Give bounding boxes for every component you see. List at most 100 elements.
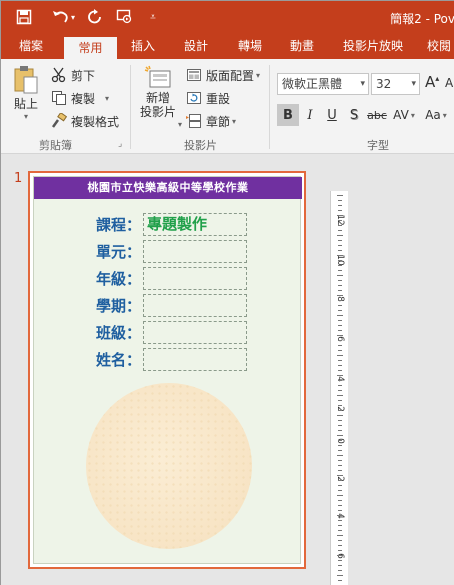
grow-font-button[interactable]: A▴ xyxy=(425,73,439,91)
change-case-label: Aa xyxy=(425,108,441,122)
shadow-button[interactable]: S xyxy=(343,104,365,126)
course-label: 課程： xyxy=(96,216,142,234)
new-slide-button[interactable]: 新增 投影片 xyxy=(135,65,181,119)
ruler-tick xyxy=(338,430,342,431)
ruler-tick xyxy=(338,465,342,466)
window-title: 簡報2 - Pov xyxy=(390,12,454,26)
ruler-tick xyxy=(338,545,342,546)
course-value[interactable]: 專題製作 xyxy=(143,213,247,236)
layout-button[interactable]: 版面配置 ▾ xyxy=(186,65,260,85)
semester-value[interactable] xyxy=(143,294,247,317)
ruler-tick xyxy=(338,205,342,206)
ruler-tick xyxy=(338,565,342,566)
tab-transitions[interactable]: 轉場 xyxy=(225,34,275,59)
character-spacing-label: AV xyxy=(393,108,409,122)
copy-button[interactable]: 複製 ▾ xyxy=(51,88,109,108)
ruler-tick xyxy=(338,300,342,301)
ruler-tick xyxy=(337,395,343,396)
font-group-label: 字型 xyxy=(367,139,389,152)
tab-review[interactable]: 校閱 xyxy=(419,34,454,59)
ruler-tick xyxy=(337,575,343,576)
ruler-tick xyxy=(338,410,342,411)
ruler-tick xyxy=(338,550,342,551)
strikethrough-button[interactable]: abc xyxy=(365,104,389,126)
character-spacing-button[interactable]: AV ▾ xyxy=(391,104,417,126)
italic-button[interactable]: I xyxy=(299,104,321,126)
ruler-tick xyxy=(338,520,342,521)
semester-label: 學期： xyxy=(96,297,142,315)
chevron-down-icon: ▾ xyxy=(256,70,261,80)
shrink-font-label: A xyxy=(445,76,454,90)
name-label: 姓名： xyxy=(96,351,142,369)
tab-slideshow[interactable]: 投影片放映 xyxy=(331,34,415,59)
ruler-tick xyxy=(337,195,343,196)
name-value[interactable] xyxy=(143,348,247,371)
ruler-tick xyxy=(337,435,343,436)
ruler-tick xyxy=(338,390,342,391)
tab-insert[interactable]: 插入 xyxy=(119,34,167,59)
bold-button[interactable]: B xyxy=(277,104,299,126)
slide-canvas: 桃園市立快樂高級中等學校作業 課程： 專題製作 單元： 年級： 學期： 班級： … xyxy=(33,176,302,564)
vertical-ruler[interactable]: 12 10 8 6 4 2 0 2 4 6 xyxy=(330,191,348,585)
undo-dropdown-icon[interactable]: ▾ xyxy=(67,7,79,27)
chevron-down-icon: ▾ xyxy=(442,110,447,120)
ruler-tick xyxy=(338,480,342,481)
present-icon[interactable] xyxy=(115,7,135,27)
ruler-tick xyxy=(338,345,342,346)
tab-file[interactable]: 檔案 xyxy=(1,34,61,59)
dialog-launcher-icon[interactable]: ⌟ xyxy=(118,139,122,149)
ruler-tick xyxy=(338,340,342,341)
save-icon[interactable] xyxy=(14,7,34,27)
chevron-down-icon: ▾ xyxy=(23,112,28,121)
chevron-down-icon[interactable]: ▾ xyxy=(178,120,182,129)
format-painter-button[interactable]: 複製格式 xyxy=(51,111,119,131)
ruler-tick xyxy=(337,295,343,296)
slides-group-label: 投影片 xyxy=(184,139,217,152)
font-name-value: 微軟正黑體 xyxy=(282,77,343,91)
change-case-button[interactable]: Aa ▾ xyxy=(421,104,451,126)
ruler-tick xyxy=(337,275,343,276)
font-size-value: 32 xyxy=(376,77,392,91)
ruler-tick xyxy=(338,285,342,286)
ruler-tick xyxy=(338,510,342,511)
ruler-tick xyxy=(337,355,343,356)
ribbon-tabs: 檔案 常用 插入 設計 轉場 動畫 投影片放映 校閱 xyxy=(1,34,454,59)
ruler-tick xyxy=(338,305,342,306)
ruler-tick xyxy=(338,220,342,221)
format-painter-label: 複製格式 xyxy=(71,114,120,129)
ruler-tick xyxy=(338,385,342,386)
ruler-tick xyxy=(338,290,342,291)
section-button[interactable]: 章節 ▾ xyxy=(186,111,236,131)
cut-button[interactable]: 剪下 xyxy=(51,65,95,85)
paste-button[interactable]: 貼上 ▾ xyxy=(9,65,43,121)
grade-value[interactable] xyxy=(143,267,247,290)
paste-label: 貼上 xyxy=(13,97,38,111)
shrink-font-button[interactable]: A xyxy=(445,76,453,90)
customize-qat-icon[interactable]: ⩡ xyxy=(143,7,163,27)
ruler-tick xyxy=(337,255,343,256)
section-label: 章節 xyxy=(206,114,231,129)
ruler-tick xyxy=(338,425,342,426)
font-size-combo[interactable]: 32 ▾ xyxy=(371,73,420,95)
chevron-down-icon[interactable]: ▾ xyxy=(105,94,109,103)
ruler-tick xyxy=(337,235,343,236)
font-name-combo[interactable]: 微軟正黑體 ▾ xyxy=(277,73,369,95)
ruler-tick xyxy=(337,475,343,476)
underline-button[interactable]: U xyxy=(321,104,343,126)
class-value[interactable] xyxy=(143,321,247,344)
unit-value[interactable] xyxy=(143,240,247,263)
tab-home[interactable]: 常用 xyxy=(64,37,117,59)
redo-icon[interactable] xyxy=(85,7,105,27)
ruler-tick xyxy=(338,445,342,446)
reset-button[interactable]: 重設 xyxy=(186,88,230,108)
ruler-tick xyxy=(338,280,342,281)
tab-animations[interactable]: 動畫 xyxy=(277,34,327,59)
ruler-tick xyxy=(338,570,342,571)
ruler-tick xyxy=(338,485,342,486)
cut-label: 剪下 xyxy=(71,68,96,83)
copy-icon xyxy=(51,90,67,106)
tab-design[interactable]: 設計 xyxy=(171,34,221,59)
ruler-tick xyxy=(338,580,342,581)
grow-font-label: A xyxy=(425,73,436,91)
slide-thumbnail[interactable]: 桃園市立快樂高級中等學校作業 課程： 專題製作 單元： 年級： 學期： 班級： … xyxy=(28,171,306,569)
